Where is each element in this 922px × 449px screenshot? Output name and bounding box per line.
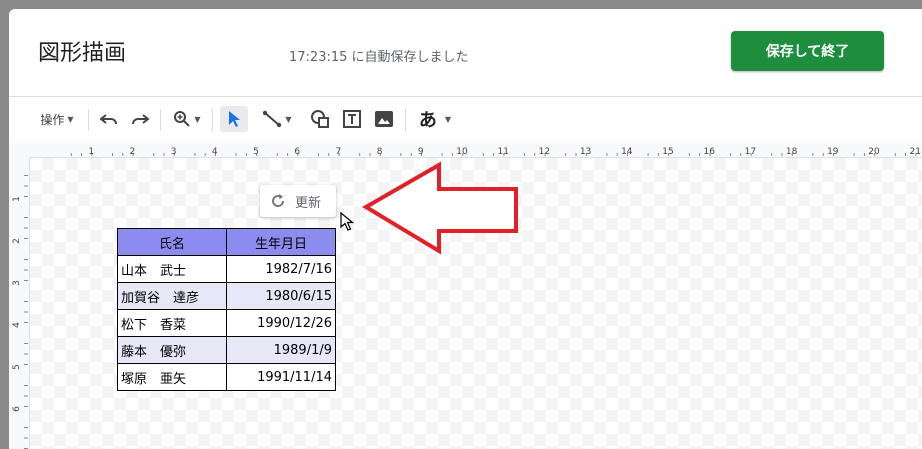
birthdate-cell: 1990/12/26 bbox=[226, 309, 336, 337]
table-row: 松下 香菜 1990/12/26 bbox=[117, 309, 336, 337]
actions-menu-label: 操作 bbox=[40, 112, 65, 127]
ruler-label: 17 bbox=[745, 147, 756, 157]
chevron-down-icon: ▼ bbox=[194, 114, 201, 124]
ruler-label: 14 bbox=[621, 147, 633, 157]
table-row: 加賀谷 達彦 1980/6/15 bbox=[117, 282, 336, 310]
ruler-label: 18 bbox=[786, 147, 798, 157]
toolbar-divider bbox=[88, 109, 89, 131]
name-cell: 加賀谷 達彦 bbox=[117, 282, 227, 310]
ruler-label: 1 bbox=[88, 147, 94, 157]
select-tool-button[interactable] bbox=[220, 106, 248, 132]
zoom-icon bbox=[174, 111, 191, 127]
drawing-dialog: 図形描画 17:23:15 に自動保存しました 保存して終了 操作 ▼ ▼ ▼ bbox=[9, 9, 922, 449]
toolbar: 操作 ▼ ▼ ▼ あ ▼ bbox=[9, 96, 922, 144]
line-icon bbox=[263, 110, 282, 128]
actions-menu[interactable]: 操作 ▼ bbox=[35, 106, 79, 132]
toolbar-divider bbox=[405, 109, 406, 131]
refresh-icon bbox=[272, 194, 285, 207]
name-cell: 藤本 優弥 bbox=[117, 336, 227, 364]
table-row: 藤本 優弥 1989/1/9 bbox=[117, 336, 336, 364]
line-tool-button[interactable]: ▼ bbox=[254, 106, 300, 132]
undo-icon bbox=[99, 114, 117, 125]
redo-icon bbox=[132, 114, 150, 125]
ruler-label: 12 bbox=[539, 147, 550, 157]
birthdate-cell: 1980/6/15 bbox=[226, 282, 336, 310]
table-row: 塚原 亜矢 1991/11/14 bbox=[117, 363, 336, 391]
chevron-down-icon: ▼ bbox=[444, 114, 452, 124]
ruler-label: 4 bbox=[12, 322, 22, 328]
ruler-label: 13 bbox=[580, 147, 591, 157]
toolbar-divider bbox=[160, 109, 161, 131]
chevron-down-icon: ▼ bbox=[285, 114, 292, 124]
save-and-close-button[interactable]: 保存して終了 bbox=[731, 31, 884, 71]
redo-button[interactable] bbox=[127, 106, 153, 132]
update-button[interactable]: 更新 bbox=[260, 185, 336, 217]
ruler-label: 7 bbox=[336, 147, 342, 157]
ruler-label: 2 bbox=[12, 238, 22, 244]
birthdate-cell: 1989/1/9 bbox=[226, 336, 336, 364]
ruler-label: 1 bbox=[12, 196, 22, 202]
name-cell: 塚原 亜矢 bbox=[117, 363, 227, 391]
text-style-menu[interactable]: あ ▼ bbox=[413, 106, 457, 132]
table-header-row: 氏名 生年月日 bbox=[117, 228, 336, 256]
ruler-label: 2 bbox=[130, 147, 136, 157]
ruler-label: 4 bbox=[212, 147, 218, 157]
ruler-label: 6 bbox=[12, 406, 22, 412]
ruler-label: 10 bbox=[456, 147, 468, 157]
toolbar-divider bbox=[212, 109, 213, 131]
ruler-label: 8 bbox=[377, 147, 383, 157]
autosave-status: 17:23:15 に自動保存しました bbox=[289, 50, 469, 65]
ruler-label: 5 bbox=[253, 147, 259, 157]
birthdate-cell: 1991/11/14 bbox=[226, 363, 336, 391]
mouse-pointer-icon bbox=[340, 212, 355, 231]
ruler-label: 20 bbox=[868, 147, 880, 157]
horizontal-ruler-scale: 1 2 3 4 5 6 7 8 9 10 11 12 13 14 15 16 17 18 19 20 21 bbox=[70, 147, 921, 157]
birthdate-cell: 1982/7/16 bbox=[226, 255, 336, 283]
horizontal-ruler: 1 2 3 4 5 6 7 8 9 10 11 12 13 14 15 16 17 18 19 20 21 bbox=[29, 143, 922, 158]
name-cell: 松下 香菜 bbox=[117, 309, 227, 337]
dialog-title: 図形描画 bbox=[38, 41, 127, 66]
text-style-glyph: あ bbox=[418, 110, 437, 131]
select-arrow-icon bbox=[229, 111, 240, 127]
table-row: 山本 武士 1982/7/16 bbox=[117, 255, 336, 283]
ruler-label: 15 bbox=[662, 147, 673, 157]
column-header: 氏名 bbox=[117, 228, 227, 256]
chevron-down-icon: ▼ bbox=[67, 114, 74, 124]
shape-icon bbox=[311, 110, 329, 128]
birthday-table[interactable]: 氏名 生年月日 山本 武士 1982/7/16 加賀谷 達彦 1980/6/15… bbox=[117, 228, 336, 391]
ruler-label: 3 bbox=[12, 280, 22, 286]
vertical-ruler-scale: 1234567 bbox=[12, 175, 28, 449]
ruler-label: 11 bbox=[497, 147, 508, 157]
text-box-icon bbox=[343, 110, 361, 128]
ruler-label: 16 bbox=[703, 147, 715, 157]
ruler-label: 21 bbox=[909, 147, 920, 157]
text-box-tool-button[interactable] bbox=[339, 106, 365, 132]
ruler-label: 3 bbox=[171, 147, 177, 157]
zoom-button[interactable]: ▼ bbox=[169, 106, 205, 132]
column-header: 生年月日 bbox=[226, 228, 336, 256]
annotation-arrow-icon bbox=[362, 161, 518, 255]
undo-button[interactable] bbox=[96, 106, 122, 132]
dialog-header: 図形描画 17:23:15 に自動保存しました 保存して終了 bbox=[9, 9, 922, 95]
ruler-label: 9 bbox=[418, 147, 424, 157]
name-cell: 山本 武士 bbox=[117, 255, 227, 283]
ruler-label: 6 bbox=[294, 147, 300, 157]
update-button-label: 更新 bbox=[295, 195, 322, 211]
vertical-ruler: 1234567 bbox=[9, 143, 30, 449]
ruler-label: 19 bbox=[827, 147, 839, 157]
image-tool-button[interactable] bbox=[371, 106, 397, 132]
ruler-label: 5 bbox=[12, 364, 22, 370]
shape-tool-button[interactable] bbox=[307, 106, 333, 132]
image-icon bbox=[375, 111, 393, 127]
